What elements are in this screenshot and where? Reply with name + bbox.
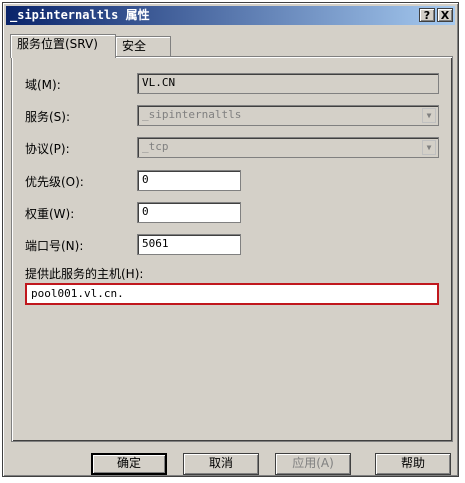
host-label: 提供此服务的主机(H):: [25, 267, 144, 281]
protocol-label: 协议(P):: [25, 142, 70, 156]
host-input[interactable]: pool001.vl.cn.: [25, 283, 439, 305]
help-icon[interactable]: ?: [419, 8, 435, 22]
help-button[interactable]: 帮助: [375, 453, 451, 475]
cancel-button[interactable]: 取消: [183, 453, 259, 475]
weight-input[interactable]: 0: [137, 202, 241, 223]
tab-security[interactable]: 安全: [115, 36, 171, 56]
service-value: _sipinternaltls: [142, 108, 242, 121]
protocol-value: _tcp: [142, 140, 169, 153]
tab-security-label: 安全: [122, 39, 147, 53]
service-select: _sipinternaltls ▼: [137, 105, 439, 126]
protocol-select: _tcp ▼: [137, 137, 439, 158]
window-title: _sipinternaltls 属性: [10, 8, 150, 22]
port-input[interactable]: 5061: [137, 234, 241, 255]
domain-field: VL.CN: [137, 73, 439, 94]
service-label: 服务(S):: [25, 110, 71, 124]
apply-button[interactable]: 应用(A): [275, 453, 351, 475]
domain-label: 域(M):: [25, 78, 61, 92]
title-bar: _sipinternaltls 属性: [6, 6, 455, 25]
tab-service-location[interactable]: 服务位置(SRV): [10, 34, 116, 58]
properties-dialog: _sipinternaltls 属性 ? X 服务位置(SRV) 安全 域(M)…: [2, 2, 459, 477]
ok-button[interactable]: 确定: [91, 453, 167, 475]
chevron-down-icon: ▼: [422, 108, 436, 123]
tab-service-location-label: 服务位置(SRV): [17, 37, 98, 51]
chevron-down-icon: ▼: [422, 140, 436, 155]
close-icon[interactable]: X: [437, 8, 453, 22]
priority-input[interactable]: 0: [137, 170, 241, 191]
port-label: 端口号(N):: [25, 239, 84, 253]
priority-label: 优先级(O):: [25, 175, 84, 189]
weight-label: 权重(W):: [25, 207, 75, 221]
